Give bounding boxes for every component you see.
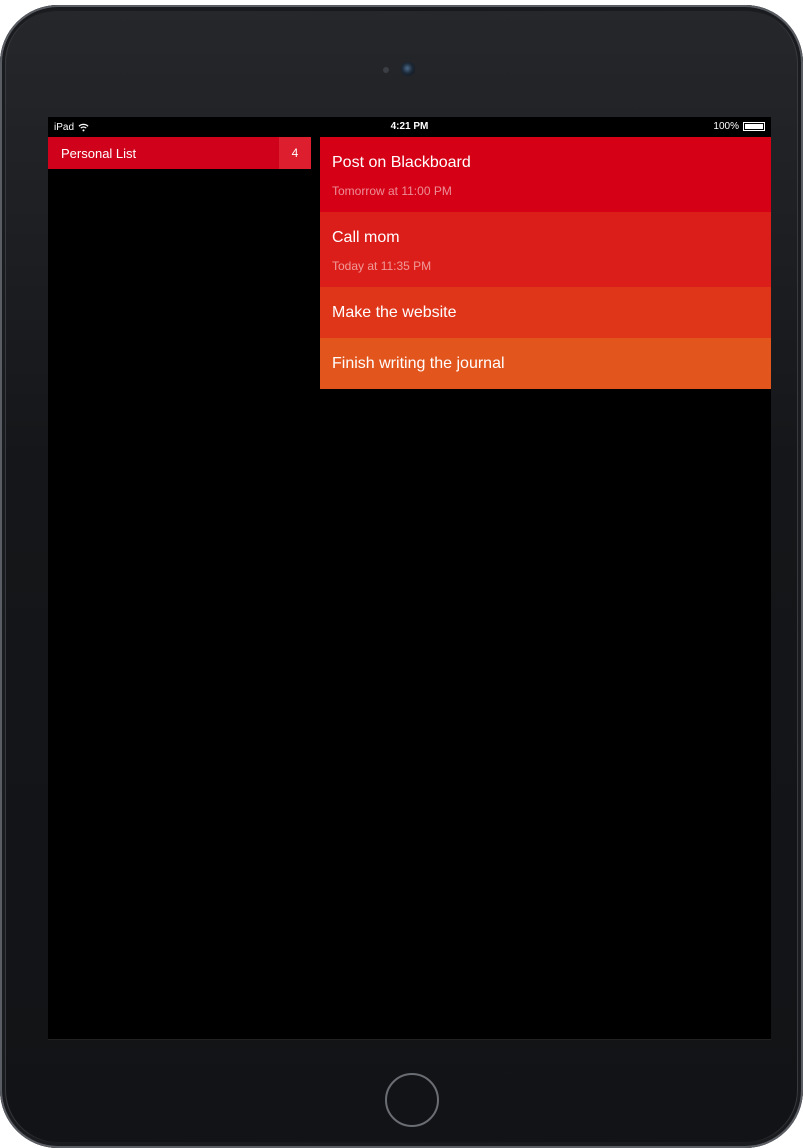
task-list: Post on Blackboard Tomorrow at 11:00 PM …	[320, 137, 771, 389]
battery-icon	[743, 122, 765, 131]
status-time: 4:21 PM	[390, 121, 429, 132]
sidebar-item-personal-list[interactable]: Personal List 4	[48, 137, 311, 169]
task-due: Today at 11:35 PM	[332, 259, 432, 273]
battery-percent: 100%	[713, 121, 739, 132]
screen-divider	[48, 1039, 771, 1040]
ipad-device: iPad 4:21 PM 100% Personal List 4 Post o…	[0, 5, 803, 1148]
task-title: Call mom	[332, 229, 400, 246]
status-right: 100%	[713, 121, 765, 132]
task-title: Post on Blackboard	[332, 154, 471, 171]
task-item[interactable]: Make the website	[320, 287, 771, 338]
status-bar: iPad 4:21 PM 100%	[48, 117, 771, 137]
home-button[interactable]	[385, 1073, 439, 1127]
camera-icon	[401, 62, 415, 76]
list-name: Personal List	[61, 146, 137, 161]
microphone-dot	[383, 67, 389, 73]
task-item[interactable]: Post on Blackboard Tomorrow at 11:00 PM	[320, 137, 771, 212]
app-screen: iPad 4:21 PM 100% Personal List 4 Post o…	[48, 117, 771, 1040]
task-item[interactable]: Finish writing the journal	[320, 338, 771, 389]
list-count-badge: 4	[279, 137, 311, 169]
task-item[interactable]: Call mom Today at 11:35 PM	[320, 212, 771, 287]
battery-fill	[745, 124, 763, 129]
task-due: Tomorrow at 11:00 PM	[332, 184, 452, 198]
task-title: Make the website	[332, 304, 457, 321]
task-title: Finish writing the journal	[332, 355, 505, 372]
